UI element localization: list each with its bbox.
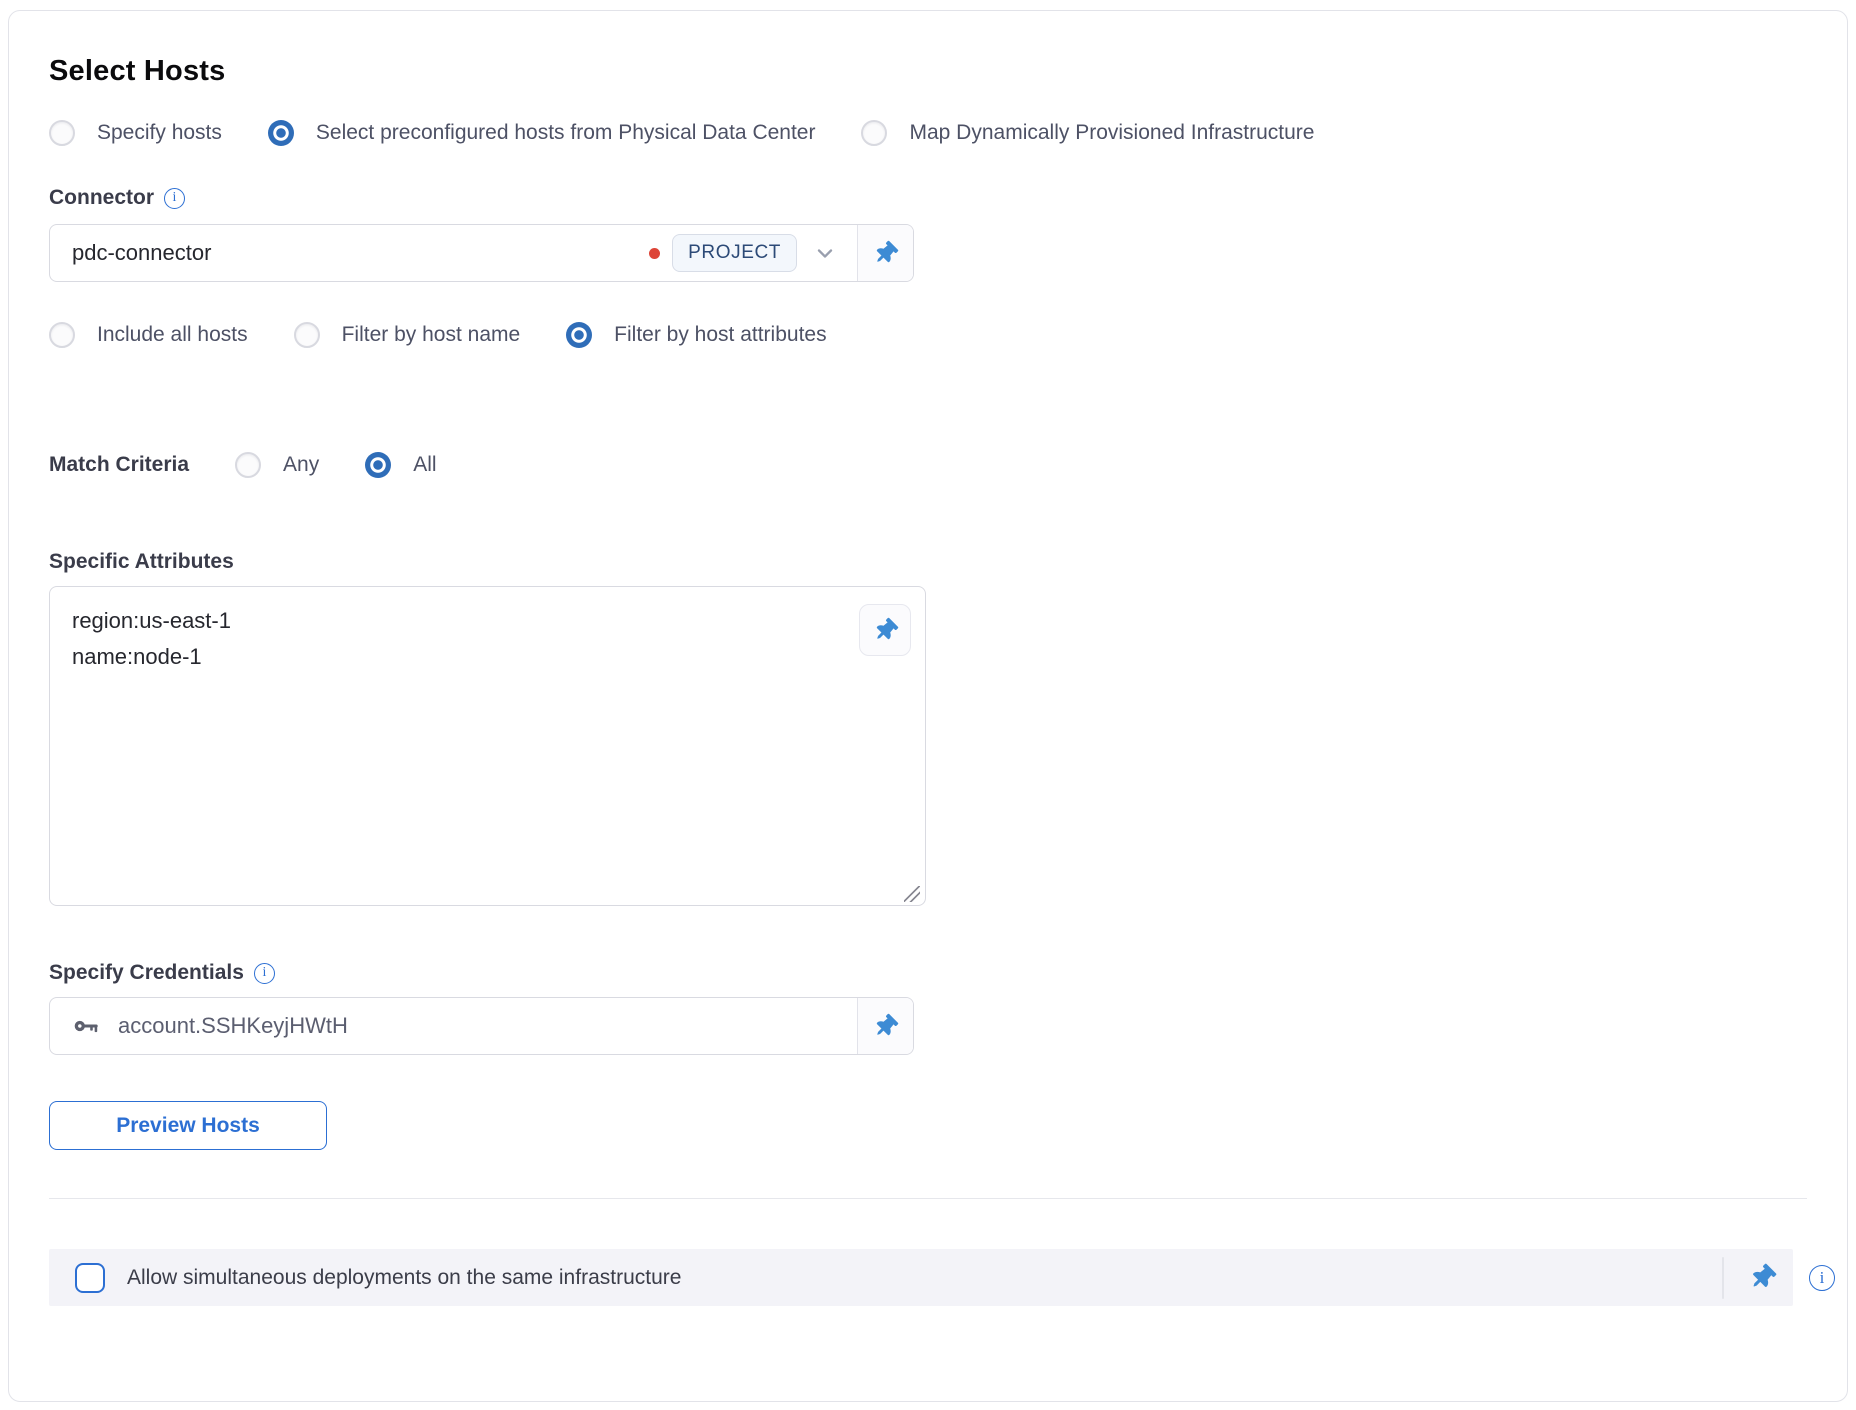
key-icon (72, 1012, 100, 1040)
vertical-divider (1722, 1257, 1724, 1299)
credentials-label-row: Specify Credentials (49, 961, 1807, 985)
match-criteria-label: Match Criteria (49, 453, 189, 477)
specific-attributes-label: Specific Attributes (49, 550, 234, 574)
connector-field: pdc-connector PROJECT (49, 224, 914, 282)
radio-label: Specify hosts (97, 121, 222, 145)
scope-badge: PROJECT (672, 234, 797, 272)
simultaneous-deployments-section: Allow simultaneous deployments on the sa… (49, 1249, 1835, 1306)
connector-label-row: Connector (49, 186, 1807, 210)
specific-attributes-textarea[interactable]: region:us-east-1 name:node-1 (49, 586, 926, 906)
radio-include-all-hosts[interactable]: Include all hosts (49, 322, 248, 348)
radio-circle-icon[interactable] (365, 452, 391, 478)
radio-circle-icon[interactable] (49, 322, 75, 348)
radio-circle-icon[interactable] (861, 120, 887, 146)
simultaneous-deployments-row[interactable]: Allow simultaneous deployments on the sa… (49, 1249, 1793, 1306)
credentials-field: account.SSHKeyjHWtH (49, 997, 914, 1055)
credentials-input[interactable]: account.SSHKeyjHWtH (50, 998, 857, 1054)
credentials-value: account.SSHKeyjHWtH (118, 1013, 841, 1039)
pin-icon[interactable] (857, 998, 913, 1054)
radio-filter-by-host-attributes[interactable]: Filter by host attributes (566, 322, 826, 348)
specific-attributes-field: region:us-east-1 name:node-1 (49, 586, 926, 911)
host-selection-radio-group: Specify hosts Select preconfigured hosts… (49, 120, 1807, 146)
info-icon[interactable] (1809, 1265, 1835, 1291)
host-filter-radio-group: Include all hosts Filter by host name Fi… (49, 322, 1807, 348)
chevron-down-icon[interactable] (809, 241, 841, 265)
radio-label: Map Dynamically Provisioned Infrastructu… (909, 121, 1314, 145)
radio-label: All (413, 453, 436, 477)
radio-select-preconfigured-hosts[interactable]: Select preconfigured hosts from Physical… (268, 120, 816, 146)
radio-circle-icon[interactable] (566, 322, 592, 348)
pin-icon[interactable] (857, 225, 913, 281)
match-criteria-radio-group: Any All (235, 452, 437, 478)
radio-circle-icon[interactable] (49, 120, 75, 146)
radio-label: Filter by host attributes (614, 323, 826, 347)
radio-circle-icon[interactable] (235, 452, 261, 478)
connector-value: pdc-connector (72, 240, 637, 266)
connector-label: Connector (49, 186, 154, 210)
required-dot-icon (649, 248, 660, 259)
radio-match-all[interactable]: All (365, 452, 436, 478)
info-icon[interactable] (164, 188, 185, 209)
radio-label: Any (283, 453, 319, 477)
radio-match-any[interactable]: Any (235, 452, 319, 478)
section-divider (49, 1198, 1807, 1199)
radio-circle-icon[interactable] (268, 120, 294, 146)
radio-label: Filter by host name (342, 323, 521, 347)
resize-handle-icon[interactable] (904, 886, 920, 902)
info-icon[interactable] (254, 963, 275, 984)
page-title: Select Hosts (49, 55, 1807, 88)
simultaneous-deployments-label: Allow simultaneous deployments on the sa… (127, 1266, 1722, 1290)
radio-map-dynamic-infrastructure[interactable]: Map Dynamically Provisioned Infrastructu… (861, 120, 1314, 146)
credentials-label: Specify Credentials (49, 961, 244, 985)
specific-attributes-label-row: Specific Attributes (49, 550, 1807, 574)
pin-icon[interactable] (1746, 1261, 1779, 1294)
radio-circle-icon[interactable] (294, 322, 320, 348)
radio-label: Select preconfigured hosts from Physical… (316, 121, 816, 145)
radio-filter-by-host-name[interactable]: Filter by host name (294, 322, 521, 348)
match-criteria-row: Match Criteria Any All (49, 452, 1807, 478)
preview-hosts-button[interactable]: Preview Hosts (49, 1101, 327, 1150)
pin-icon[interactable] (859, 604, 911, 656)
radio-specify-hosts[interactable]: Specify hosts (49, 120, 222, 146)
connector-input[interactable]: pdc-connector PROJECT (50, 225, 857, 281)
radio-label: Include all hosts (97, 323, 248, 347)
select-hosts-panel: Select Hosts Specify hosts Select precon… (8, 10, 1848, 1402)
simultaneous-deployments-checkbox[interactable] (75, 1263, 105, 1293)
